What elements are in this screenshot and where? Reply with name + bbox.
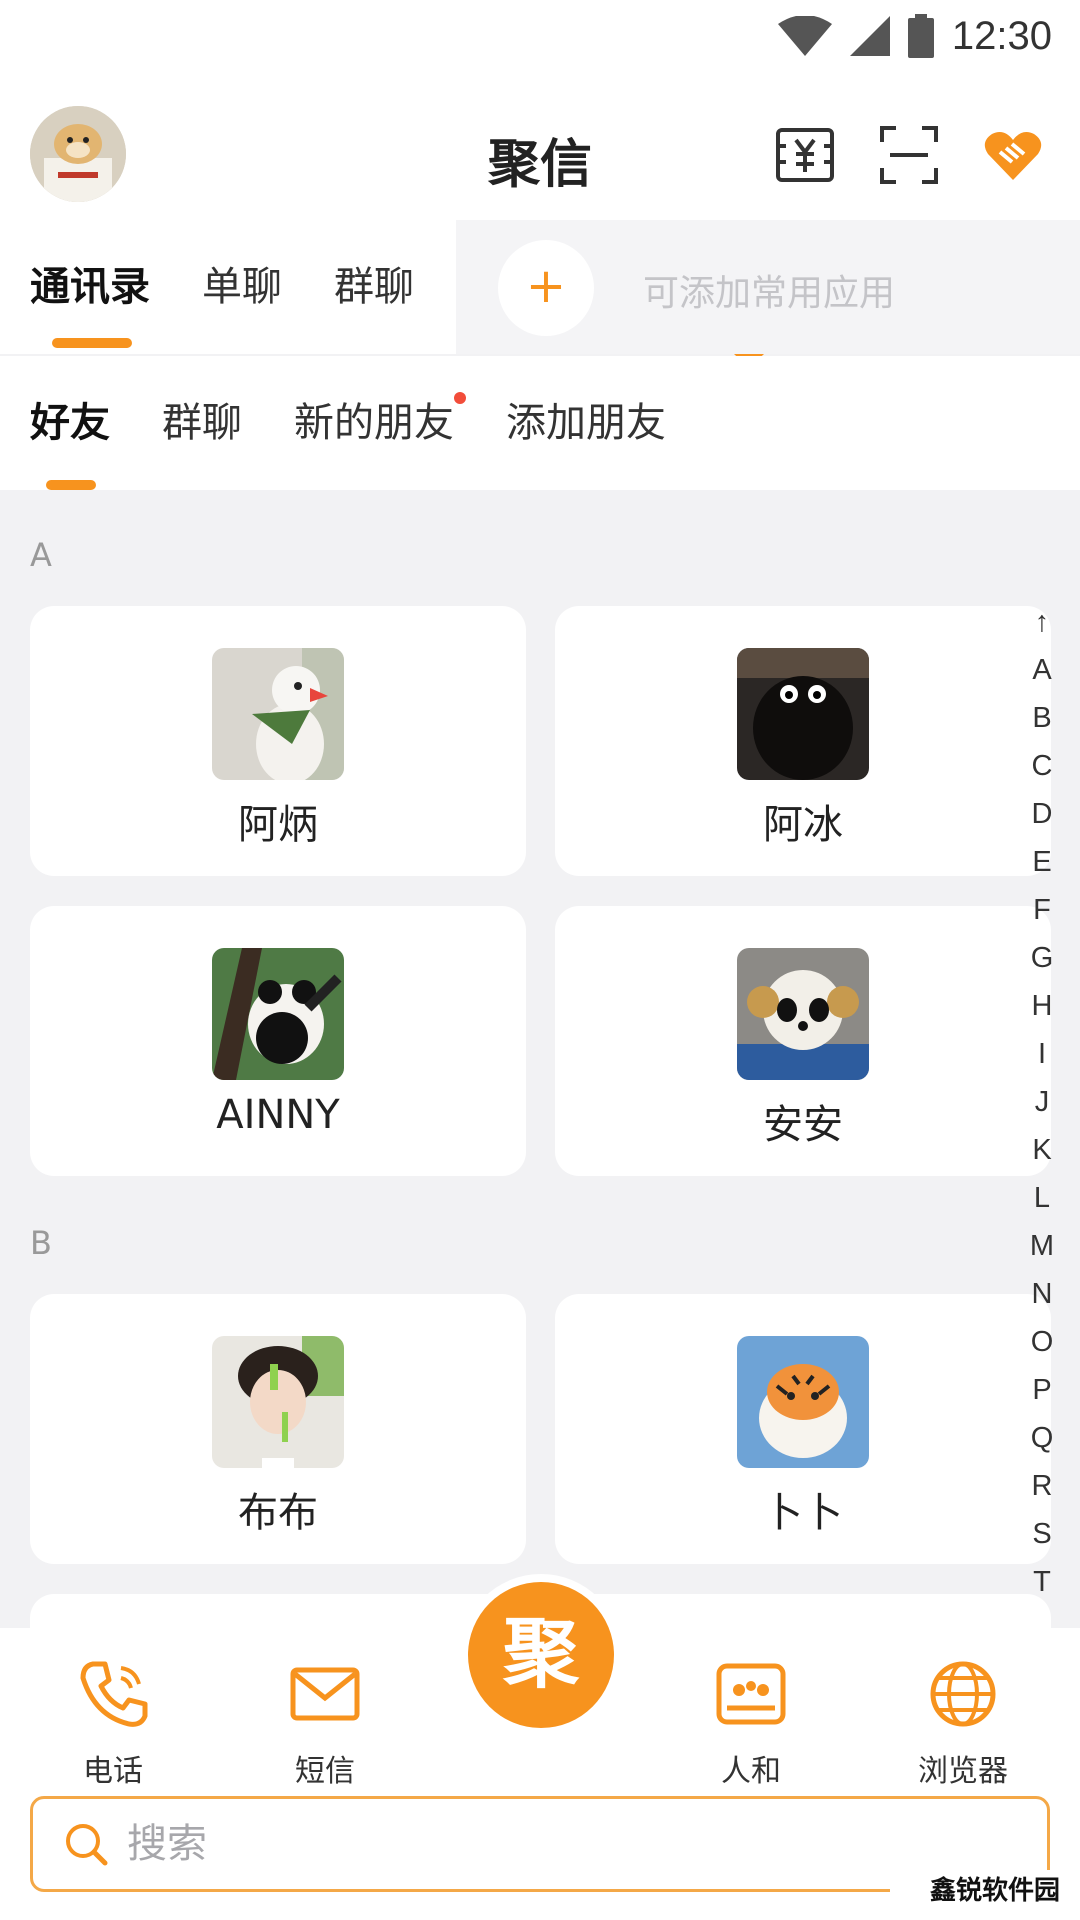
index-item[interactable]: T (1033, 1558, 1051, 1606)
nav-renhe-label: 人和 (721, 1754, 781, 1789)
contact-card[interactable] (555, 1594, 1051, 1628)
tab-add-friend[interactable]: 添加朋友 (506, 356, 666, 490)
index-item[interactable]: O (1031, 1318, 1054, 1366)
contact-card[interactable]: 阿冰 (555, 606, 1051, 876)
add-app-hint: 可添加常用应用 (643, 273, 896, 314)
tab-single-chat[interactable]: 单聊 (202, 220, 282, 354)
tab-friends[interactable]: 好友 (30, 356, 110, 490)
contact-name: 阿炳 (238, 802, 318, 848)
contact-name: AINNY (216, 1092, 340, 1138)
index-item[interactable]: ↑ (1035, 598, 1050, 646)
contact-name: 卜卜 (763, 1490, 843, 1536)
tab-group-chat[interactable]: 群聊 (334, 220, 414, 354)
contact-avatar (737, 1336, 869, 1468)
contact-card[interactable]: AINNY (30, 906, 526, 1176)
index-item[interactable]: H (1032, 982, 1053, 1030)
contact-avatar (212, 1336, 344, 1468)
main-tabs: 通讯录 单聊 群聊 (0, 220, 456, 354)
app-header: 聚信 (0, 72, 1080, 220)
contact-avatar (737, 948, 869, 1080)
battery-icon (907, 14, 934, 58)
contact-list[interactable]: A 阿炳 阿冰 AINNY 安安 B 布布 卜卜 (0, 490, 1080, 1628)
wifi-icon (777, 16, 832, 56)
watermark-logo: 鑫锐软件园 (890, 1870, 1060, 1914)
nav-phone[interactable]: 电话 (28, 1656, 198, 1790)
signal-icon (849, 16, 890, 56)
index-item[interactable]: D (1032, 790, 1053, 838)
nav-sms[interactable]: 短信 (240, 1656, 410, 1790)
contact-card[interactable]: 布布 (30, 1294, 526, 1564)
contact-card[interactable]: 安安 (555, 906, 1051, 1176)
nav-browser[interactable]: 浏览器 (878, 1656, 1048, 1790)
section-header-a: A (30, 536, 52, 574)
nav-phone-label: 电话 (83, 1754, 143, 1789)
scan-icon[interactable] (878, 124, 940, 186)
status-bar: 12:30 (0, 0, 1080, 72)
contact-avatar (212, 648, 344, 780)
bottom-nav: 电话 短信 聚 人和 浏览器 鑫锐软件园 (0, 1582, 1080, 1920)
nav-renhe[interactable]: 人和 (666, 1656, 836, 1790)
index-item[interactable]: J (1035, 1078, 1050, 1126)
handshake-heart-icon[interactable] (982, 124, 1044, 186)
search-input[interactable] (127, 1821, 727, 1867)
tab-new-friends[interactable]: 新的朋友 (294, 356, 466, 490)
contact-sub-tabs: 好友 群聊 新的朋友 添加朋友 (0, 356, 1080, 490)
index-item[interactable]: N (1032, 1270, 1053, 1318)
status-time: 12:30 (951, 13, 1052, 58)
index-item[interactable]: F (1033, 886, 1051, 934)
index-item[interactable]: M (1030, 1222, 1054, 1270)
phone-icon (80, 1661, 148, 1727)
index-item[interactable]: G (1031, 934, 1054, 982)
index-item[interactable]: R (1032, 1462, 1053, 1510)
tab-new-friends-label: 新的朋友 (294, 400, 454, 446)
mail-icon (290, 1667, 360, 1721)
people-card-icon (716, 1663, 786, 1725)
contact-avatar (212, 948, 344, 1080)
wallet-icon[interactable] (774, 124, 836, 186)
index-item[interactable]: P (1032, 1366, 1051, 1414)
alphabet-index[interactable]: ↑ A B C D E F G H I J K L M N O P Q R S … (1022, 598, 1062, 1606)
tab-groups[interactable]: 群聊 (162, 356, 242, 490)
index-item[interactable]: Q (1031, 1414, 1054, 1462)
contact-avatar (737, 648, 869, 780)
section-header-b: B (30, 1224, 52, 1262)
ju-center-button[interactable]: 聚 (468, 1582, 614, 1728)
index-item[interactable]: A (1032, 646, 1051, 694)
index-item[interactable]: I (1038, 1030, 1046, 1078)
contact-name: 安安 (763, 1102, 843, 1148)
contact-card[interactable]: 卜卜 (555, 1294, 1051, 1564)
globe-icon (930, 1661, 996, 1727)
index-item[interactable]: S (1032, 1510, 1051, 1558)
contact-card[interactable]: 阿炳 (30, 606, 526, 876)
contact-name: 阿冰 (763, 802, 843, 848)
contact-card[interactable] (30, 1594, 526, 1628)
status-icons: 12:30 (777, 10, 1052, 62)
index-item[interactable]: L (1034, 1174, 1050, 1222)
contact-name: 布布 (238, 1490, 318, 1536)
index-item[interactable]: E (1032, 838, 1051, 886)
index-item[interactable]: K (1032, 1126, 1051, 1174)
search-icon (66, 1824, 108, 1866)
index-item[interactable]: C (1032, 742, 1053, 790)
new-badge-dot (454, 392, 466, 404)
app-strip: 通讯录 单聊 群聊 + 可添加常用应用 (0, 220, 1080, 368)
nav-browser-label: 浏览器 (918, 1754, 1008, 1789)
index-item[interactable]: B (1032, 694, 1051, 742)
nav-sms-label: 短信 (295, 1754, 355, 1789)
add-app-button[interactable]: + (498, 240, 594, 336)
tab-contacts[interactable]: 通讯录 (30, 220, 150, 354)
